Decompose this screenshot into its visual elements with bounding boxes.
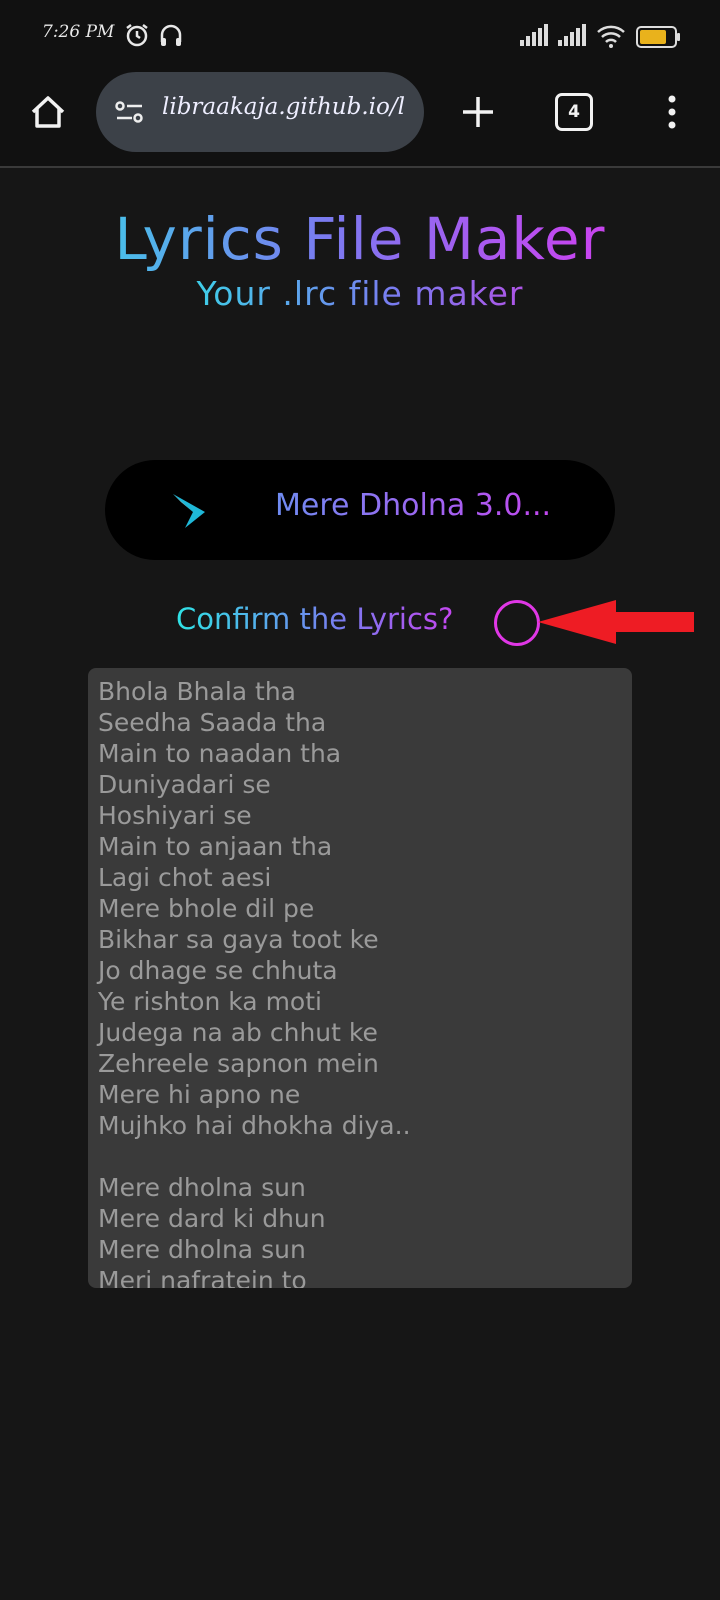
battery-icon — [636, 26, 682, 52]
annotation-arrow — [538, 598, 694, 650]
app-title: Lyrics File Maker — [0, 205, 720, 273]
tab-switcher-button[interactable]: 4 — [542, 82, 602, 142]
home-icon — [31, 96, 65, 128]
more-options-icon — [668, 95, 676, 129]
song-title: Mere Dholna 3.0... — [275, 488, 552, 523]
lyrics-textarea[interactable]: Bhola Bhala tha Seedha Saada tha Main to… — [88, 668, 632, 1288]
signal-icon — [520, 24, 550, 50]
music-logo-icon — [171, 490, 209, 534]
status-bar: 7:26 PM — [0, 0, 720, 70]
tab-switcher-icon: 4 — [555, 93, 593, 131]
url-text[interactable]: libraakaja.github.io/l — [162, 94, 418, 120]
more-options-button[interactable] — [642, 82, 702, 142]
lyrics-text: Bhola Bhala tha Seedha Saada tha Main to… — [98, 677, 411, 1288]
status-time: 7:26 PM — [42, 22, 115, 42]
alarm-icon — [124, 22, 150, 52]
browser-toolbar: libraakaja.github.io/l 4 — [0, 70, 720, 168]
confirm-lyrics-checkbox[interactable] — [494, 600, 540, 646]
home-button[interactable] — [18, 82, 78, 142]
audio-file-button[interactable]: Mere Dholna 3.0... — [105, 460, 615, 560]
headphones-icon — [158, 22, 184, 52]
address-bar[interactable]: libraakaja.github.io/l — [96, 72, 424, 152]
wifi-icon — [596, 24, 626, 52]
site-settings-icon[interactable] — [114, 96, 146, 132]
new-tab-button[interactable] — [448, 82, 508, 142]
app-subtitle: Your .lrc file maker — [0, 274, 720, 313]
new-tab-icon — [463, 97, 493, 127]
confirm-lyrics-label: Confirm the Lyrics? — [176, 602, 454, 636]
signal-icon — [558, 24, 588, 50]
